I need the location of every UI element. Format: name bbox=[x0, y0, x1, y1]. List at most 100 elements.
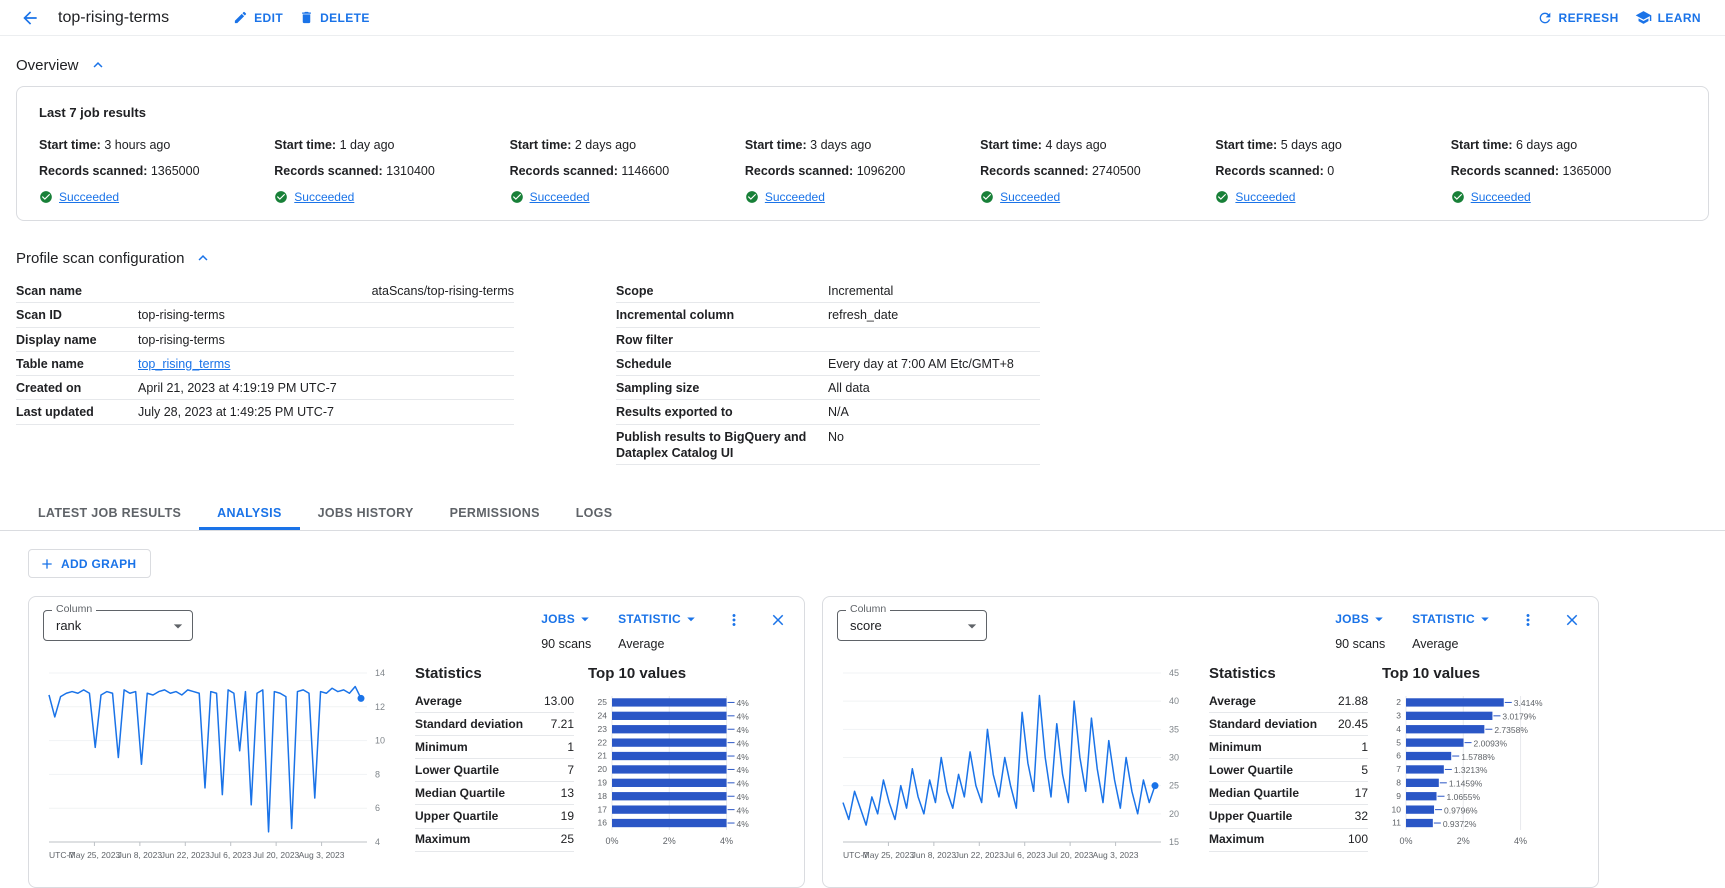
column-select[interactable]: Column rank bbox=[43, 610, 193, 641]
job-status-link[interactable]: Succeeded bbox=[59, 190, 119, 204]
edit-button[interactable]: EDIT bbox=[225, 6, 291, 29]
tab-logs[interactable]: LOGS bbox=[558, 497, 631, 530]
refresh-button[interactable]: REFRESH bbox=[1529, 6, 1627, 30]
page-title: top-rising-terms bbox=[58, 9, 169, 27]
svg-text:20: 20 bbox=[598, 764, 608, 774]
chevron-up-icon bbox=[89, 56, 107, 74]
svg-text:2.0093%: 2.0093% bbox=[1474, 738, 1508, 748]
stat-row: Upper Quartile19 bbox=[415, 805, 574, 828]
config-row-publish-results: Publish results to BigQuery and Dataplex… bbox=[616, 425, 1040, 466]
svg-text:8: 8 bbox=[375, 769, 380, 779]
stat-row: Maximum25 bbox=[415, 829, 574, 852]
svg-text:4%: 4% bbox=[737, 738, 750, 748]
statistic-dropdown[interactable]: STATISTIC bbox=[618, 610, 700, 628]
trash-icon bbox=[299, 10, 314, 25]
school-icon bbox=[1635, 9, 1652, 26]
job-result: Start time: 5 days ago Records scanned: … bbox=[1215, 138, 1450, 204]
statistic-dropdown[interactable]: STATISTIC bbox=[1412, 610, 1494, 628]
svg-text:30: 30 bbox=[1169, 753, 1179, 763]
check-circle-icon bbox=[980, 190, 994, 204]
job-status-link[interactable]: Succeeded bbox=[765, 190, 825, 204]
refresh-icon bbox=[1537, 10, 1553, 26]
svg-text:4%: 4% bbox=[737, 792, 750, 802]
svg-text:45: 45 bbox=[1169, 668, 1179, 678]
config-row-scan-id: Scan ID top-rising-terms bbox=[16, 303, 514, 327]
column-select-value: rank bbox=[56, 618, 81, 633]
config-title: Profile scan configuration bbox=[16, 250, 184, 267]
back-button[interactable] bbox=[16, 4, 44, 32]
svg-text:4%: 4% bbox=[737, 819, 750, 829]
stat-row: Average21.88 bbox=[1209, 690, 1368, 713]
close-icon bbox=[769, 611, 787, 629]
svg-text:2%: 2% bbox=[1457, 836, 1470, 846]
analysis-card-rank: Column rank JOBS 90 scans STATISTIC Aver… bbox=[28, 596, 805, 888]
stat-row: Average13.00 bbox=[415, 690, 574, 713]
svg-text:14: 14 bbox=[375, 668, 385, 678]
jobs-dropdown[interactable]: JOBS bbox=[1335, 610, 1388, 628]
svg-text:8: 8 bbox=[1396, 778, 1401, 788]
chevron-down-icon bbox=[962, 616, 982, 636]
tab-jobs-history[interactable]: JOBS HISTORY bbox=[300, 497, 432, 530]
statistics-panel: Statistics Average21.88 Standard deviati… bbox=[1209, 665, 1368, 870]
learn-button[interactable]: LEARN bbox=[1627, 5, 1709, 30]
svg-text:21: 21 bbox=[598, 751, 608, 761]
svg-text:1.5788%: 1.5788% bbox=[1461, 752, 1495, 762]
statistics-title: Statistics bbox=[415, 665, 574, 682]
config-table-left: Scan name ataScans/top-rising-terms Scan… bbox=[16, 279, 514, 425]
card-close-button[interactable] bbox=[768, 610, 788, 630]
chevron-down-icon bbox=[168, 616, 188, 636]
jobs-dropdown[interactable]: JOBS bbox=[541, 610, 594, 628]
svg-text:19: 19 bbox=[598, 778, 608, 788]
svg-text:3.0179%: 3.0179% bbox=[1502, 712, 1536, 722]
table-name-link[interactable]: top_rising_terms bbox=[138, 357, 230, 371]
config-table-right: Scope Incremental Incremental column ref… bbox=[616, 279, 1040, 465]
job-result: Start time: 4 days ago Records scanned: … bbox=[980, 138, 1215, 204]
last-jobs-title: Last 7 job results bbox=[39, 105, 1686, 120]
pencil-icon bbox=[233, 10, 248, 25]
svg-text:12: 12 bbox=[375, 702, 385, 712]
card-menu-button[interactable] bbox=[724, 610, 744, 630]
svg-text:35: 35 bbox=[1169, 724, 1179, 734]
last-jobs-card: Last 7 job results Start time: 3 hours a… bbox=[16, 86, 1709, 221]
chevron-down-icon bbox=[576, 610, 594, 628]
job-result: Start time: 6 days ago Records scanned: … bbox=[1451, 138, 1686, 204]
svg-text:18: 18 bbox=[598, 791, 608, 801]
config-collapse-button[interactable] bbox=[192, 247, 214, 269]
svg-text:22: 22 bbox=[598, 737, 608, 747]
top-values-bar-chart: 0%2%4%254%244%234%224%214%204%194%184%17… bbox=[588, 690, 790, 850]
svg-text:23: 23 bbox=[598, 724, 608, 734]
stat-row: Median Quartile13 bbox=[415, 782, 574, 805]
svg-text:4: 4 bbox=[375, 837, 380, 847]
overview-collapse-button[interactable] bbox=[87, 54, 109, 76]
statistic-value: Average bbox=[618, 637, 664, 651]
delete-button[interactable]: DELETE bbox=[291, 6, 378, 29]
svg-text:17: 17 bbox=[598, 804, 608, 814]
tab-permissions[interactable]: PERMISSIONS bbox=[432, 497, 558, 530]
top-values-title: Top 10 values bbox=[588, 665, 790, 682]
chevron-down-icon bbox=[1370, 610, 1388, 628]
kebab-menu-icon bbox=[1519, 611, 1537, 629]
job-status-link[interactable]: Succeeded bbox=[294, 190, 354, 204]
analysis-cards: Column rank JOBS 90 scans STATISTIC Aver… bbox=[28, 596, 1725, 888]
trend-line-chart: 468101214UTC-7May 25, 2023Jun 8, 2023Jun… bbox=[43, 665, 405, 870]
svg-text:4%: 4% bbox=[737, 752, 750, 762]
job-result: Start time: 3 hours ago Records scanned:… bbox=[39, 138, 274, 204]
job-status-link[interactable]: Succeeded bbox=[1000, 190, 1060, 204]
column-select[interactable]: Column score bbox=[837, 610, 987, 641]
svg-text:5: 5 bbox=[1396, 737, 1401, 747]
plus-icon bbox=[39, 556, 55, 572]
tab-latest-job-results[interactable]: LATEST JOB RESULTS bbox=[20, 497, 199, 530]
svg-text:4%: 4% bbox=[1514, 836, 1527, 846]
job-status-link[interactable]: Succeeded bbox=[530, 190, 590, 204]
column-select-value: score bbox=[850, 618, 882, 633]
job-status-link[interactable]: Succeeded bbox=[1235, 190, 1295, 204]
tab-analysis[interactable]: ANALYSIS bbox=[199, 497, 299, 530]
svg-text:1.1459%: 1.1459% bbox=[1449, 779, 1483, 789]
add-graph-button[interactable]: ADD GRAPH bbox=[28, 549, 151, 578]
tab-bar: LATEST JOB RESULTS ANALYSIS JOBS HISTORY… bbox=[0, 497, 1725, 531]
card-menu-button[interactable] bbox=[1518, 610, 1538, 630]
card-close-button[interactable] bbox=[1562, 610, 1582, 630]
config-row-table-name: Table name top_rising_terms bbox=[16, 352, 514, 376]
job-status-link[interactable]: Succeeded bbox=[1471, 190, 1531, 204]
stat-row: Standard deviation20.45 bbox=[1209, 713, 1368, 736]
